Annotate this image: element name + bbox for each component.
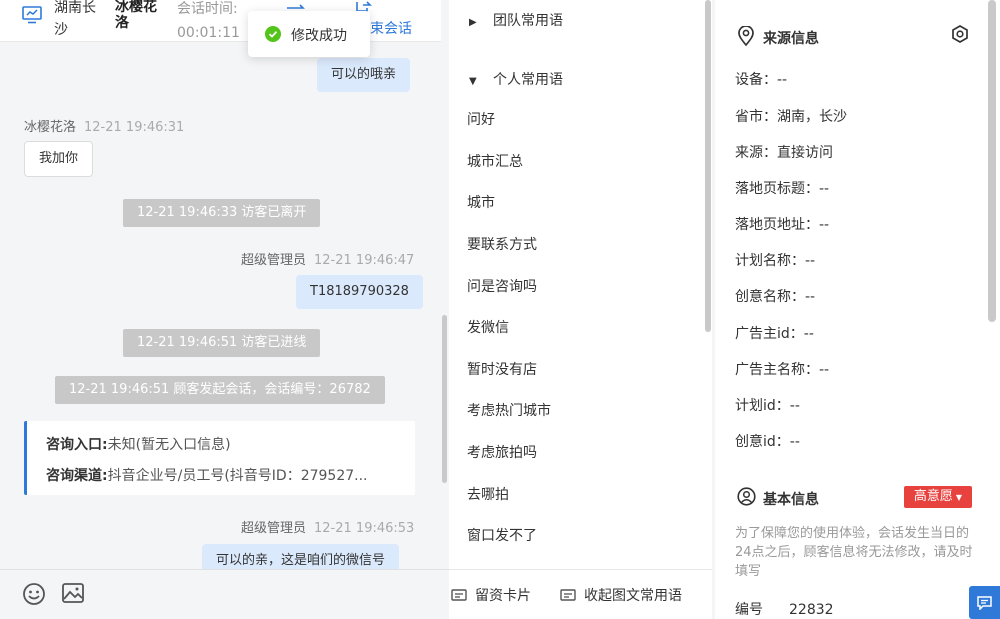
- visitor-info-panel: 来源信息 设备：-- 省市：湖南，长沙 来源：直接访问 落地页标题：-- 落地页…: [712, 0, 1000, 619]
- session-time: 会话时间: 00:01:11: [177, 1, 240, 41]
- intent-badge[interactable]: 高意愿 ▼: [904, 486, 972, 508]
- field-source: 来源：直接访问: [735, 145, 833, 161]
- phrase-item[interactable]: 城市汇总: [467, 151, 523, 171]
- info-scrollbar[interactable]: [988, 0, 996, 322]
- message-time: 12-21 19:46:31: [84, 120, 185, 135]
- personal-phrases-group[interactable]: ▼ 个人常用语: [469, 69, 563, 89]
- phrase-item[interactable]: 问是咨询吗: [467, 276, 537, 296]
- system-message: 12-21 19:46:51 顾客发起会话，会话编号：26782: [55, 376, 385, 404]
- visitor-location: 湖南长沙: [54, 0, 96, 38]
- collapse-phrases-button[interactable]: 收起图文常用语: [560, 585, 682, 605]
- consult-channel: 咨询渠道:抖音企业号/员工号(抖音号ID：279527...: [46, 468, 368, 484]
- success-toast: 修改成功: [248, 11, 370, 57]
- field-advertiser-id: 广告主id：--: [735, 326, 814, 342]
- chat-header: 湖南长沙 冰樱花洛 会话时间: 00:01:11 束会话: [0, 0, 441, 42]
- basic-info-title: 基本信息: [763, 492, 819, 508]
- info-notice: 为了保障您的使用体验，会话发生当日的24点之后，顾客信息将无法修改，请及时填写: [735, 526, 973, 579]
- phrase-item[interactable]: 要联系方式: [467, 234, 537, 254]
- phrase-item[interactable]: 窗口发不了: [467, 525, 537, 545]
- emoji-icon[interactable]: [22, 582, 46, 606]
- toast-text: 修改成功: [291, 28, 347, 44]
- agent-message: 可以的哦亲: [317, 58, 411, 92]
- image-icon[interactable]: [61, 582, 85, 604]
- caret-down-icon: ▼: [469, 76, 477, 87]
- consult-info-card: 咨询入口:未知(暂无入口信息) 咨询渠道:抖音企业号/员工号(抖音号ID：279…: [24, 421, 415, 495]
- caret-right-icon: ▶: [469, 17, 477, 28]
- lead-card-button[interactable]: 留资卡片: [451, 585, 531, 605]
- phrases-footer: 留资卡片 收起图文常用语: [449, 569, 712, 619]
- chat-scrollbar[interactable]: [442, 315, 447, 483]
- location-pin-icon: [738, 26, 754, 46]
- desktop-icon: [22, 6, 42, 24]
- chat-bubble-icon: [977, 596, 992, 610]
- field-advertiser-name: 广告主名称：--: [735, 362, 830, 378]
- end-session-button[interactable]: 束会话: [370, 18, 412, 38]
- team-phrases-group[interactable]: ▶ 团队常用语: [469, 10, 563, 30]
- phrases-scrollbar[interactable]: [705, 0, 711, 332]
- sender-name: 超级管理员: [241, 253, 307, 268]
- settings-hex-icon[interactable]: [950, 24, 970, 44]
- field-device: 设备：--: [735, 72, 788, 88]
- field-creative-name: 创意名称：--: [735, 289, 816, 305]
- message-time: 12-21 19:46:53: [314, 521, 415, 536]
- visitor-name: 冰樱花洛: [115, 0, 157, 31]
- message-icon: [560, 589, 576, 601]
- phrase-item[interactable]: 考虑旅拍吗: [467, 442, 537, 462]
- consult-entry: 咨询入口:未知(暂无入口信息): [46, 437, 231, 453]
- user-circle-icon: [737, 487, 756, 506]
- info-card: 来源信息 设备：-- 省市：湖南，长沙 来源：直接访问 落地页标题：-- 落地页…: [715, 0, 1000, 619]
- field-landing-title: 落地页标题：--: [735, 181, 830, 197]
- phrase-item[interactable]: 去哪拍: [467, 484, 509, 504]
- chat-panel: 可以的哦亲 冰樱花洛 12-21 19:46:31 我加你 12-21 19:46…: [0, 0, 449, 619]
- agent-meta: 超级管理员 12-21 19:46:47: [241, 249, 414, 268]
- system-message: 12-21 19:46:33 访客已离开: [123, 199, 321, 227]
- phrase-item[interactable]: 暂时没有店: [467, 359, 537, 379]
- phrases-panel: ▶ 团队常用语 ▼ 个人常用语 问好 城市汇总 城市 要联系方式 问是咨询吗 发微信…: [449, 0, 712, 619]
- field-plan-name: 计划名称：--: [735, 253, 816, 269]
- message-time: 12-21 19:46:47: [314, 253, 415, 268]
- agent-message: T18189790328: [296, 275, 423, 309]
- phrase-item[interactable]: 问好: [467, 109, 495, 129]
- phrase-item[interactable]: 城市: [467, 192, 495, 212]
- field-id: 编号 22832: [735, 602, 834, 618]
- chat-toolbar: [0, 569, 449, 619]
- sender-name: 超级管理员: [241, 521, 307, 536]
- chat-float-button[interactable]: [969, 586, 1000, 619]
- check-circle-icon: [265, 26, 281, 42]
- visitor-meta: 冰樱花洛 12-21 19:46:31: [24, 116, 184, 135]
- field-landing-url: 落地页地址：--: [735, 217, 830, 233]
- source-info-title: 来源信息: [763, 31, 819, 47]
- field-plan-id: 计划id：--: [735, 398, 800, 414]
- system-message: 12-21 19:46:51 访客已进线: [123, 329, 321, 357]
- field-creative-id: 创意id：--: [735, 434, 800, 450]
- caret-down-icon: ▼: [955, 493, 963, 502]
- card-icon: [451, 589, 467, 601]
- agent-meta: 超级管理员 12-21 19:46:53: [241, 517, 414, 536]
- phrase-item[interactable]: 发微信: [467, 317, 509, 337]
- visitor-message: 我加你: [24, 141, 94, 177]
- sender-name: 冰樱花洛: [24, 120, 77, 135]
- phrase-item[interactable]: 考虑热门城市: [467, 400, 551, 420]
- field-province-city: 省市：湖南，长沙: [735, 109, 847, 125]
